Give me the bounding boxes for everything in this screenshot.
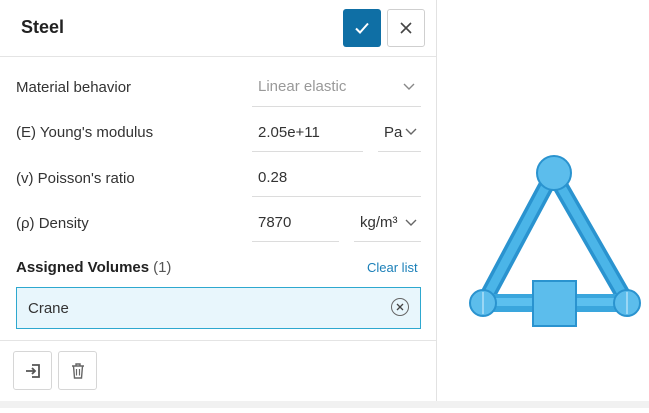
center-block: [532, 280, 577, 327]
assigned-volumes-header: Assigned Volumes (1): [16, 259, 171, 276]
footer-divider: [0, 340, 436, 341]
material-behavior-label: Material behavior: [16, 79, 132, 96]
close-circle-icon: [396, 303, 404, 311]
assigned-volumes-count: (1): [153, 259, 172, 276]
crane-model[interactable]: [437, 0, 649, 408]
youngs-modulus-underline: [252, 151, 363, 152]
density-label: (ρ) Density: [16, 215, 89, 232]
import-icon: [25, 363, 40, 378]
density-unit-select[interactable]: kg/m³: [360, 214, 398, 231]
density-unit-underline: [354, 241, 421, 242]
youngs-modulus-unit-underline: [378, 151, 421, 152]
assigned-volume-item[interactable]: Crane: [16, 287, 421, 329]
trash-icon: [71, 362, 84, 379]
clear-list-link[interactable]: Clear list: [367, 260, 418, 275]
panel-title: Steel: [21, 17, 65, 37]
poissons-ratio-label: (v) Poisson's ratio: [16, 170, 135, 187]
viewer-bottom-strip: [0, 401, 649, 408]
density-underline: [252, 241, 339, 242]
model-viewer[interactable]: [437, 0, 649, 408]
material-behavior-select[interactable]: Linear elastic: [258, 78, 346, 95]
panel-header: Steel: [0, 0, 436, 57]
assigned-volumes-title: Assigned Volumes: [16, 259, 150, 276]
import-button[interactable]: [13, 351, 52, 390]
top-joint: [536, 155, 572, 191]
chevron-down-icon[interactable]: [405, 219, 417, 227]
close-icon: [400, 22, 412, 34]
material-behavior-underline: [252, 106, 421, 107]
poissons-ratio-input[interactable]: 0.28: [258, 169, 287, 186]
assigned-volume-label: Crane: [28, 300, 69, 317]
delete-button[interactable]: [58, 351, 97, 390]
confirm-button[interactable]: [343, 9, 381, 47]
density-input[interactable]: 7870: [258, 214, 291, 231]
check-icon: [355, 22, 369, 34]
chevron-down-icon[interactable]: [405, 128, 417, 136]
poissons-ratio-underline: [252, 196, 421, 197]
remove-volume-button[interactable]: [391, 298, 409, 316]
youngs-modulus-unit-select[interactable]: Pa: [384, 124, 402, 141]
chevron-down-icon[interactable]: [403, 83, 415, 91]
material-panel: Steel Material behavior Linear elastic (…: [0, 0, 437, 402]
youngs-modulus-input[interactable]: 2.05e+11: [258, 124, 320, 141]
close-button[interactable]: [387, 9, 425, 47]
youngs-modulus-label: (E) Young's modulus: [16, 124, 154, 141]
